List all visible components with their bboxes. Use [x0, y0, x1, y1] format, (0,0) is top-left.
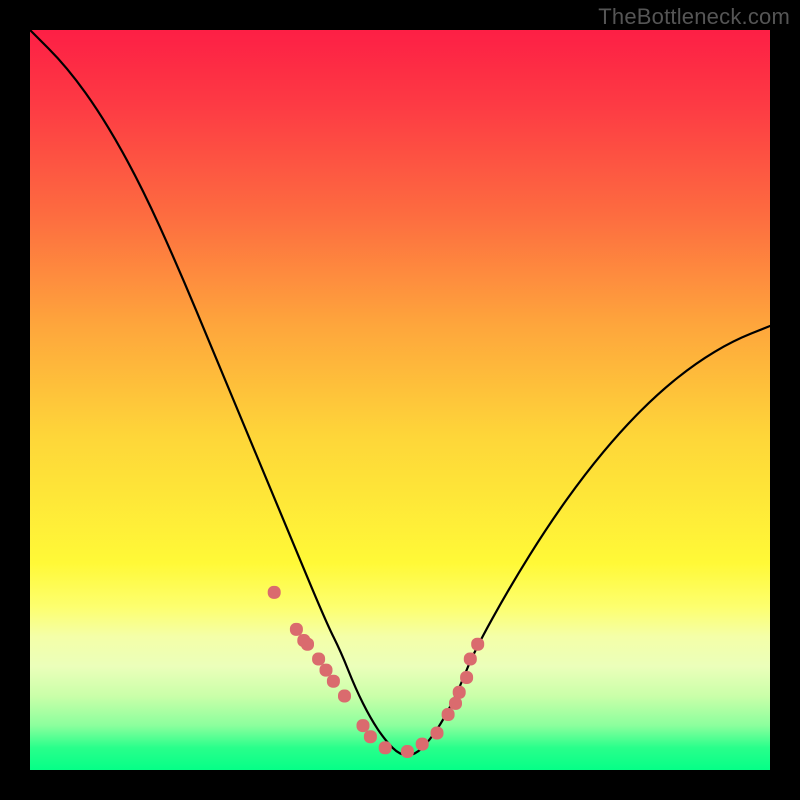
marker-point — [416, 738, 429, 751]
marker-point — [327, 675, 340, 688]
marker-points — [268, 586, 485, 758]
marker-point — [320, 664, 333, 677]
marker-point — [464, 653, 477, 666]
marker-point — [442, 708, 455, 721]
marker-point — [431, 727, 444, 740]
marker-point — [471, 638, 484, 651]
marker-point — [357, 719, 370, 732]
marker-point — [312, 653, 325, 666]
marker-point — [449, 697, 462, 710]
marker-point — [453, 686, 466, 699]
bottleneck-curve — [30, 30, 770, 755]
chart-stage: TheBottleneck.com — [0, 0, 800, 800]
marker-point — [364, 730, 377, 743]
marker-point — [401, 745, 414, 758]
marker-point — [290, 623, 303, 636]
marker-point — [301, 638, 314, 651]
chart-svg — [30, 30, 770, 770]
watermark-text: TheBottleneck.com — [598, 4, 790, 30]
marker-point — [338, 690, 351, 703]
plot-area — [30, 30, 770, 770]
marker-point — [379, 741, 392, 754]
marker-point — [268, 586, 281, 599]
marker-point — [460, 671, 473, 684]
